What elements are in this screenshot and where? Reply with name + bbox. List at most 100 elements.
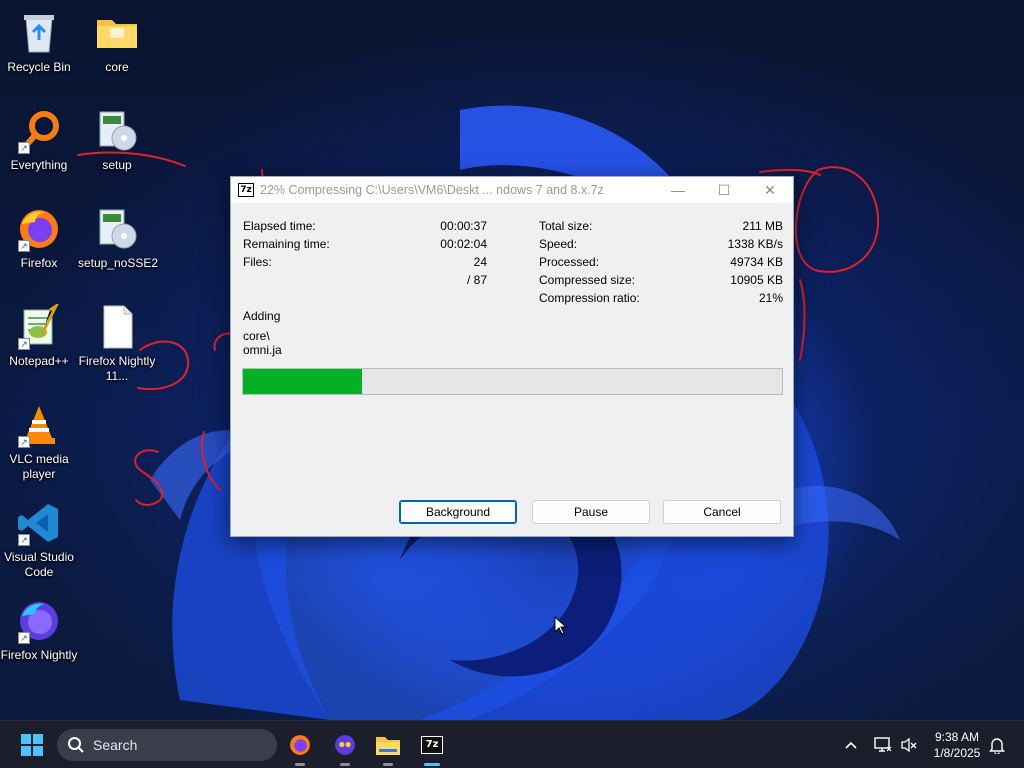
desktop-icon-everything[interactable]: ↗ Everything <box>0 108 78 173</box>
desktop-icon-notepad-plus-plus[interactable]: ↗ Notepad++ <box>0 301 78 369</box>
compression-ratio-label: Compression ratio: <box>539 291 640 305</box>
desktop-icon-recycle-bin[interactable]: Recycle Bin <box>0 10 78 75</box>
notepad-plus-plus-icon: ↗ <box>16 301 62 350</box>
desktop-icon-firefox[interactable]: ↗ Firefox <box>0 206 78 271</box>
installer-icon <box>94 108 140 154</box>
folder-icon <box>94 10 140 56</box>
shortcut-arrow-icon: ↗ <box>18 534 30 546</box>
everything-search-icon: ↗ <box>16 108 62 154</box>
network-status-button[interactable] <box>872 735 894 755</box>
current-operation: Adding core\ omni.ja <box>243 309 282 357</box>
speed-label: Speed: <box>539 237 578 251</box>
taskbar: Search 7z 9:38 AM 1/8/2025 <box>0 720 1024 768</box>
compressed-size-label: Compressed size: <box>539 273 636 287</box>
processed-label: Processed: <box>539 255 600 269</box>
elapsed-time-label: Elapsed time: <box>243 219 316 233</box>
taskbar-firefox[interactable] <box>284 729 316 766</box>
volume-muted-icon <box>901 737 917 753</box>
files-value: 24 <box>473 255 487 269</box>
taskbar-clock[interactable]: 9:38 AM 1/8/2025 <box>924 729 990 761</box>
taskbar-search-box[interactable]: Search <box>57 729 277 761</box>
background-button[interactable]: Background <box>399 500 517 524</box>
desktop-icon-label: Everything <box>10 158 68 172</box>
minimize-button[interactable]: — <box>655 177 701 203</box>
desktop-icon-firefox-nightly-file[interactable]: Firefox Nightly 11... <box>78 304 156 384</box>
total-size-label: Total size: <box>539 219 593 233</box>
desktop-icon-setup[interactable]: setup <box>78 108 156 173</box>
7zip-icon: 7z <box>238 183 254 197</box>
desktop-icon-label: Firefox Nightly <box>0 648 78 662</box>
maximize-button[interactable]: ☐ <box>701 177 747 203</box>
desktop-icon-label: Notepad++ <box>9 354 69 368</box>
notifications-button[interactable] <box>986 735 1008 755</box>
progress-bar <box>242 368 783 395</box>
elapsed-time-value: 00:00:37 <box>440 219 487 233</box>
active-indicator <box>424 763 440 766</box>
chevron-up-icon <box>845 741 857 749</box>
desktop-icon-firefox-nightly[interactable]: ↗ Firefox Nightly <box>0 598 78 663</box>
files-label: Files: <box>243 255 272 269</box>
show-hidden-icons-button[interactable] <box>840 735 862 755</box>
7zip-icon: 7z <box>421 736 443 754</box>
compressed-size-value: 10905 KB <box>730 273 783 287</box>
taskbar-firefox-nightly[interactable] <box>329 729 361 766</box>
compression-ratio-value: 21% <box>758 291 783 305</box>
remaining-time-label: Remaining time: <box>243 237 330 251</box>
speed-value: 1338 KB/s <box>727 237 783 251</box>
total-size-value: 211 MB <box>742 219 783 233</box>
desktop-icon-vlc[interactable]: ↗ VLC media player <box>0 402 78 482</box>
files-total-value: / 87 <box>466 273 487 287</box>
taskbar-7zip[interactable]: 7z <box>416 729 448 766</box>
shortcut-arrow-icon: ↗ <box>18 142 30 154</box>
cancel-button[interactable]: Cancel <box>663 500 781 524</box>
desktop-icon-label: Recycle Bin <box>7 60 71 74</box>
vlc-icon: ↗ <box>16 402 62 448</box>
installer-icon <box>94 206 140 252</box>
running-indicator <box>295 763 305 766</box>
desktop-icon-vscode[interactable]: ↗ Visual Studio Code <box>0 500 78 580</box>
network-icon <box>874 737 892 752</box>
shortcut-arrow-icon: ↗ <box>18 632 30 644</box>
compression-progress-dialog: 7z 22% Compressing C:\Users\VM6\Deskt ..… <box>230 176 794 537</box>
running-indicator <box>340 763 350 766</box>
desktop-icon-core[interactable]: core <box>78 10 156 75</box>
mouse-cursor-icon <box>554 616 568 635</box>
file-icon <box>94 304 140 350</box>
running-indicator <box>383 763 393 766</box>
processed-value: 49734 KB <box>730 255 783 269</box>
search-label: Search <box>93 737 138 753</box>
recycle-bin-icon <box>16 10 62 56</box>
start-button[interactable] <box>16 729 48 761</box>
desktop-icon-label: Firefox Nightly 11... <box>78 354 156 383</box>
clock-date: 1/8/2025 <box>933 746 981 760</box>
firefox-nightly-icon: ↗ <box>16 598 62 644</box>
firefox-icon: ↗ <box>16 206 62 252</box>
current-file: omni.ja <box>243 343 282 357</box>
desktop-icon-label: Visual Studio Code <box>4 550 74 579</box>
desktop-icon-label: setup <box>102 158 132 172</box>
close-button[interactable]: ✕ <box>747 177 793 203</box>
firefox-nightly-icon <box>335 735 355 755</box>
taskbar-file-explorer[interactable] <box>372 729 404 766</box>
shortcut-arrow-icon: ↗ <box>18 240 30 252</box>
desktop-icon-label: core <box>105 60 129 74</box>
clock-time: 9:38 AM <box>934 730 980 744</box>
progress-bar-fill <box>243 369 362 394</box>
shortcut-arrow-icon: ↗ <box>18 338 30 350</box>
status-action: Adding <box>243 309 281 323</box>
firefox-icon <box>290 735 310 755</box>
pause-button[interactable]: Pause <box>532 500 650 524</box>
dialog-title: 22% Compressing C:\Users\VM6\Deskt ... n… <box>260 183 604 197</box>
desktop-icon-label: Firefox <box>20 256 58 270</box>
vscode-icon: ↗ <box>16 500 62 546</box>
remaining-time-value: 00:02:04 <box>440 237 487 251</box>
dialog-titlebar[interactable]: 7z 22% Compressing C:\Users\VM6\Deskt ..… <box>231 177 793 203</box>
file-explorer-icon <box>376 737 400 755</box>
current-folder: core\ <box>243 329 270 343</box>
bell-icon <box>989 738 1005 754</box>
desktop-icon-label: setup_noSSE2 <box>78 256 159 270</box>
desktop-icon-label: VLC media player <box>9 452 69 481</box>
volume-button[interactable] <box>898 735 920 755</box>
start-icon <box>21 734 43 756</box>
desktop-icon-setup-nosse2[interactable]: setup_noSSE2 <box>78 206 159 271</box>
